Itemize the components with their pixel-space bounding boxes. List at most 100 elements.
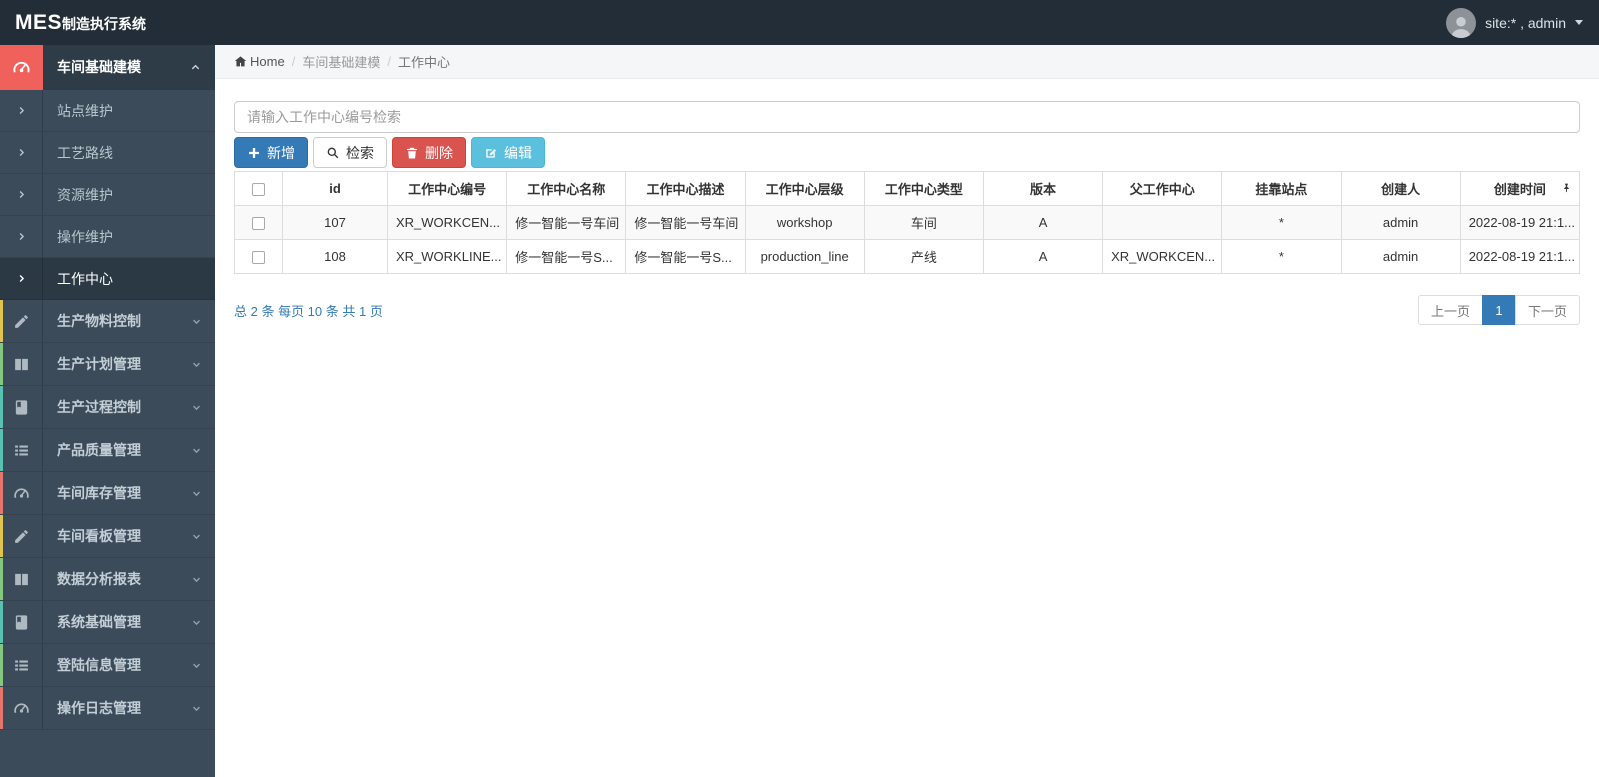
sidebar: 车间基础建模 站点维护工艺路线 资源维护 操作维护工作中心 生产物料控制生产计划管理… [0,45,215,777]
sidebar-item[interactable]: 操作日志管理 [0,687,215,730]
table-row[interactable]: 107 XR_WORKCEN... 修一智能一号车间 修一智能一号车间 workshop… [234,205,1581,240]
table-body: 107 XR_WORKCEN... 修一智能一号车间 修一智能一号车间 workshop… [234,205,1581,274]
sidebar-subitem[interactable]: 资源维护 [0,174,215,216]
column-header[interactable]: 工作中心类型 [863,171,984,206]
select-all-cell [234,171,283,206]
color-strip [0,386,3,428]
table-row[interactable]: 108 XR_WORKLINE... 修一智能一号S... 修一智能一号S... pro… [234,239,1581,274]
sidebar-item[interactable]: 车间库存管理 [0,472,215,515]
next-page-button[interactable]: 下一页 [1514,295,1580,325]
workcenter-table: id 工作中心编号 工作中心名称 工作中心描述 工作中心层级 工作中心类型 版本 父工作中心挂… [234,171,1581,274]
pin-icon[interactable] [1561,181,1572,196]
color-strip [0,343,3,385]
color-strip [0,300,3,342]
item-icon-col [0,429,43,471]
app-brand: MES制造执行系统 [0,11,215,35]
table-cell: admin [1340,205,1461,240]
sidebar-item[interactable]: 车间看板管理 [0,515,215,558]
breadcrumb-item[interactable]: 车间基础建模 [302,52,380,71]
item-icon-col [0,515,43,557]
item-icon-col [0,343,43,385]
color-strip [0,687,3,729]
prev-page-button[interactable]: 上一页 [1417,295,1483,325]
chevron-right-icon [16,147,27,158]
table-cell: admin [1340,239,1461,274]
list-icon [13,442,30,459]
brand-secondary: 制造执行系统 [62,15,147,32]
pencil-icon [13,528,30,545]
sidebar-item[interactable]: 登陆信息管理 [0,644,215,687]
edit-button[interactable]: 编辑 [471,137,545,168]
tachometer-icon [0,45,43,90]
column-header[interactable]: 工作中心编号 [386,171,508,206]
column-header[interactable]: 创建人 [1340,171,1461,206]
sidebar-item[interactable]: 生产物料控制 [0,300,215,343]
breadcrumb-separator: / [387,54,391,69]
sidebar-group-workshop-modeling[interactable]: 车间基础建模 [0,45,215,90]
chevron-down-icon [191,660,202,671]
table-cell: * [1221,205,1342,240]
sidebar-item-label: 车间库存管理 [57,485,141,501]
book-icon [13,614,30,631]
sidebar-subitem[interactable]: 工艺路线 [0,132,215,174]
table-header: id 工作中心编号 工作中心名称 工作中心描述 工作中心层级 工作中心类型 版本 父工作中心挂… [234,171,1581,206]
sidebar-item-label: 生产物料控制 [57,313,141,329]
chevron-right-icon [16,273,27,284]
column-header[interactable]: 工作中心层级 [744,171,865,206]
edit-icon [486,148,496,158]
columns-icon [13,571,30,588]
column-header[interactable]: 工作中心描述 [625,171,746,206]
toolbar: 新增 检索 删除 编辑 [234,137,1580,168]
content: 新增 检索 删除 编辑 id工作中心编号工作中心名称工作中心描述工作中心层级工作… [215,79,1599,325]
select-all-checkbox[interactable] [252,183,265,197]
sidebar-item-label: 操作日志管理 [57,700,141,716]
chevron-down-icon [191,402,202,413]
chevron-down-icon [191,445,202,456]
delete-button[interactable]: 删除 [392,137,466,168]
sidebar-subitem[interactable]: 操作维护 [0,216,215,258]
sidebar-item[interactable]: 产品质量管理 [0,429,215,472]
column-header[interactable]: 父工作中心 [1102,171,1223,206]
chevron-down-icon [191,574,202,585]
add-button[interactable]: 新增 [234,137,308,168]
page-1-button[interactable]: 1 [1481,295,1516,325]
row-select-cell [234,239,283,274]
tachometer-icon [13,485,30,502]
table-cell: 产线 [863,239,984,274]
user-menu[interactable]: site:* , admin [1446,7,1583,38]
column-header[interactable]: 挂靠站点 [1221,171,1342,206]
breadcrumb-current: 工作中心 [397,55,450,70]
item-icon-col [0,386,43,428]
table-cell: XR_WORKCEN... [386,205,508,240]
subitem-icon-col [0,90,43,131]
sidebar-subitem-label: 站点维护 [57,102,113,119]
column-header[interactable]: 工作中心名称 [506,171,627,206]
search-input[interactable] [234,101,1580,133]
chevron-down-icon [191,703,202,714]
chevron-down-icon [191,617,202,628]
sidebar-item[interactable]: 生产过程控制 [0,386,215,429]
sidebar-item[interactable]: 生产计划管理 [0,343,215,386]
plus-icon [249,147,259,158]
column-header[interactable]: id [282,171,388,206]
search-button[interactable]: 检索 [313,137,387,168]
sidebar-subitem[interactable]: 工作中心 [0,258,215,300]
sidebar-item-label: 车间看板管理 [57,528,141,544]
breadcrumb-home[interactable]: Home [234,54,285,69]
column-header[interactable]: 创建时间 [1459,171,1581,206]
columns-icon [13,356,30,373]
chevron-up-icon [190,45,201,90]
sidebar-item-label: 登陆信息管理 [57,657,141,673]
chevron-right-icon [16,105,27,116]
item-icon-col [0,687,43,729]
tachometer-icon [13,700,30,717]
sidebar-subitem[interactable]: 站点维护 [0,90,215,132]
sidebar-item[interactable]: 数据分析报表 [0,558,215,601]
user-label: site:* , admin [1485,14,1566,31]
sidebar-item[interactable]: 系统基础管理 [0,601,215,644]
sidebar-subitem-label: 工作中心 [57,270,113,287]
row-select-cell [234,205,283,240]
row-checkbox[interactable] [252,251,265,265]
row-checkbox[interactable] [252,217,265,231]
column-header[interactable]: 版本 [982,171,1104,206]
